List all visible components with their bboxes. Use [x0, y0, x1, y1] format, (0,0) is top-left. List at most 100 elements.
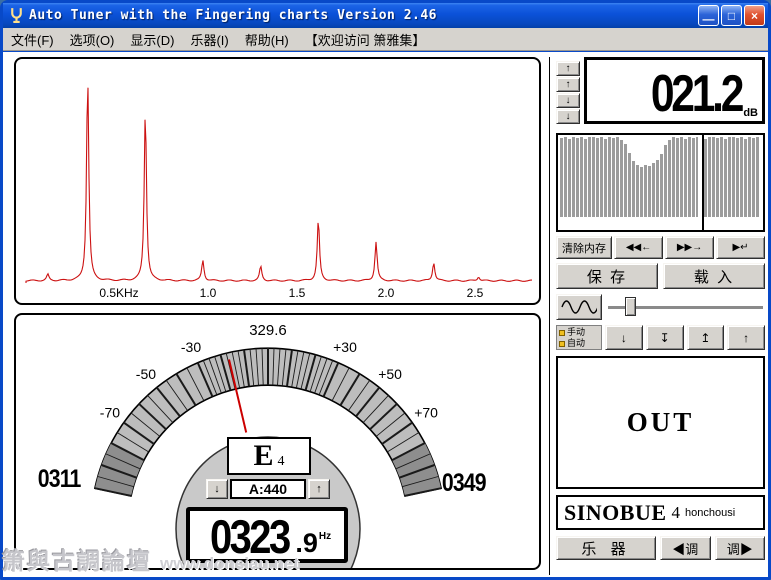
- level-bar: [672, 137, 675, 217]
- sine-wave-button[interactable]: [556, 294, 602, 320]
- level-bar: [712, 137, 715, 217]
- level-bar: [736, 138, 739, 217]
- minimize-button[interactable]: —: [698, 5, 719, 26]
- level-bar: [664, 145, 667, 217]
- load-button[interactable]: 载 入: [663, 263, 765, 289]
- level-bar: [616, 137, 619, 217]
- level-bar: [748, 137, 751, 217]
- close-button[interactable]: ×: [744, 5, 765, 26]
- menu-instrument[interactable]: 乐器(I): [182, 30, 236, 49]
- mode-auto[interactable]: 自动: [559, 338, 599, 349]
- maximize-button[interactable]: □: [721, 5, 742, 26]
- level-bar: [756, 137, 759, 217]
- level-bar: [688, 137, 691, 217]
- gauge-target-frequency: 329.6: [249, 322, 287, 339]
- level-bar: [612, 138, 615, 217]
- window-title: Auto Tuner with the Fingering charts Ver…: [29, 8, 438, 23]
- ref-pitch-down-button[interactable]: ↓: [206, 479, 228, 499]
- gauge-scale-label: +50: [378, 366, 402, 382]
- nudge-down-step-button[interactable]: ↧: [645, 325, 684, 350]
- menu-welcome-link[interactable]: 【欢迎访问 箫雅集】: [297, 30, 434, 49]
- clear-memory-button[interactable]: 清除内存: [556, 236, 613, 259]
- play-button[interactable]: ▶↵: [716, 236, 765, 259]
- ref-pitch-up-button[interactable]: ↑: [308, 479, 330, 499]
- level-bar: [660, 154, 663, 217]
- output-label: OUT: [626, 407, 695, 437]
- db-down-coarse-button[interactable]: ↓: [556, 109, 580, 124]
- nudge-up-step-button[interactable]: ↥: [686, 325, 725, 350]
- level-bar: [624, 144, 627, 217]
- key-up-button[interactable]: 调▶: [714, 536, 765, 560]
- level-bar: [568, 139, 571, 217]
- sine-wave-icon: [561, 300, 597, 314]
- note-display: E 4: [227, 437, 311, 475]
- x-axis-label: 2.5: [466, 286, 484, 300]
- level-meter-bars: [560, 137, 763, 217]
- transport-row: 清除内存 ◀◀← ▶▶→ ▶↵: [556, 236, 765, 259]
- level-bar: [604, 139, 607, 217]
- tuner-panel: -70 -50 -30 +30 +50 +70 329.6 0311 0349 E 4 ↓ …: [14, 313, 541, 570]
- menu-help[interactable]: 帮助(H): [237, 30, 297, 49]
- x-axis-label: 0.5KHz: [99, 286, 139, 300]
- level-meter: [556, 133, 765, 232]
- level-bar: [608, 137, 611, 217]
- save-button[interactable]: 保 存: [556, 263, 658, 289]
- nudge-down-button[interactable]: ↓: [605, 325, 643, 350]
- gauge-scale-label: -50: [136, 366, 156, 382]
- level-bar: [740, 137, 743, 217]
- nudge-up-button[interactable]: ↑: [727, 325, 765, 350]
- mode-manual-icon: [559, 329, 565, 336]
- db-unit: dB: [743, 107, 758, 119]
- slider-thumb[interactable]: [625, 297, 637, 316]
- fast-forward-button[interactable]: ▶▶→: [665, 236, 714, 259]
- menu-file[interactable]: 文件(F): [3, 30, 62, 49]
- meter-cursor: [701, 135, 704, 230]
- frequency-decimal: .9: [295, 528, 318, 558]
- level-bar: [656, 160, 659, 217]
- level-bar: [580, 137, 583, 217]
- level-bar: [668, 140, 671, 217]
- waveform-row: [556, 294, 765, 320]
- rewind-button[interactable]: ◀◀←: [614, 236, 664, 259]
- db-adjust-buttons: ↑ ↑ ↓ ↓: [556, 61, 580, 124]
- spectrum-trace: [25, 87, 532, 283]
- level-bar: [716, 138, 719, 217]
- level-bar: [732, 137, 735, 217]
- level-bar: [620, 140, 623, 217]
- level-bar: [680, 137, 683, 217]
- client-area: 0.5KHz 1.0 1.5 2.0 2.5 -70 -50 -30 +30 +50 +7…: [3, 52, 768, 577]
- level-bar: [572, 137, 575, 217]
- instrument-button[interactable]: 乐 器: [556, 536, 656, 560]
- db-up-coarse-button[interactable]: ↑: [556, 61, 580, 76]
- level-bar: [708, 137, 711, 217]
- gauge-scale-label: -30: [181, 339, 201, 355]
- level-bar: [564, 137, 567, 217]
- db-down-fine-button[interactable]: ↓: [556, 93, 580, 108]
- db-up-fine-button[interactable]: ↑: [556, 77, 580, 92]
- level-bar: [636, 165, 639, 217]
- level-bar: [744, 139, 747, 217]
- reference-pitch-row: ↓ A:440 ↑: [206, 479, 330, 499]
- mode-manual[interactable]: 手动: [559, 327, 599, 338]
- menu-bar: 文件(F) 选项(O) 显示(D) 乐器(I) 帮助(H) 【欢迎访问 箫雅集】: [3, 28, 768, 51]
- bottom-row: 乐 器 ◀调 调▶: [556, 536, 765, 560]
- gauge-scale-label: -70: [100, 405, 120, 421]
- mode-row: 手动 自动 ↓ ↧ ↥ ↑: [556, 325, 765, 350]
- x-axis-label: 1.5: [288, 286, 306, 300]
- note-octave: 4: [277, 454, 285, 469]
- instrument-number: 4: [671, 502, 681, 522]
- key-down-button[interactable]: ◀调: [660, 536, 711, 560]
- instrument-tuning: honchousi: [685, 506, 736, 519]
- menu-options[interactable]: 选项(O): [62, 30, 123, 49]
- spectrum-svg: [25, 87, 532, 283]
- save-load-row: 保 存 载 入: [556, 263, 765, 289]
- frequency-display: 0323 .9 Hz: [186, 507, 348, 563]
- playback-slider[interactable]: [606, 294, 765, 320]
- level-bar: [584, 139, 587, 217]
- instrument-name-box: SINOBUE 4 honchousi: [556, 495, 765, 530]
- level-bar: [652, 163, 655, 217]
- title-bar: Auto Tuner with the Fingering charts Ver…: [3, 3, 768, 28]
- output-box: OUT: [556, 356, 765, 489]
- level-bar: [648, 166, 651, 217]
- menu-display[interactable]: 显示(D): [122, 30, 182, 49]
